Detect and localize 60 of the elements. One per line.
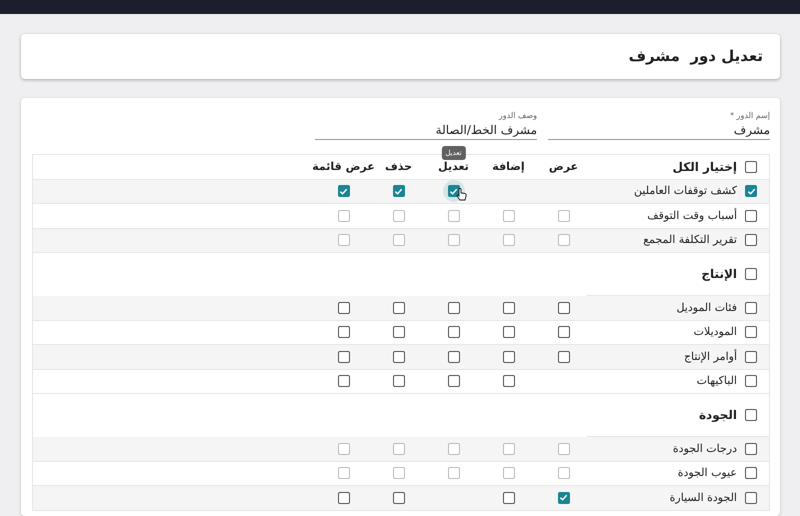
checkbox[interactable] [745,492,757,504]
column-header: حذف [384,158,412,174]
checkbox[interactable] [338,350,350,363]
checkbox[interactable] [338,326,350,338]
permission-label: درجات الجودة [672,440,737,457]
permission-label: أسباب وقت التوقف [647,208,737,224]
checkbox[interactable] [448,302,460,314]
checkbox[interactable] [558,326,570,338]
checkbox[interactable] [558,492,570,504]
checkbox[interactable] [392,326,404,338]
checkbox[interactable] [392,492,404,504]
checkbox[interactable] [502,326,514,338]
checkbox[interactable] [338,302,350,314]
checkbox[interactable] [502,302,514,314]
checkbox[interactable] [502,350,514,363]
checkbox[interactable] [338,185,350,198]
section-title: الإنتاج [701,266,737,283]
checkbox[interactable] [448,375,460,388]
checkbox[interactable] [502,375,514,388]
text-field[interactable]: إسم الدور * مشرف [548,110,770,140]
checkbox[interactable] [745,268,757,280]
permission-label: كشف توقفات العاملين [634,183,737,199]
checkbox[interactable] [558,302,570,314]
permission-label: فئات الموديل [676,300,737,316]
column-header: إضافة [492,158,525,175]
checkbox[interactable] [745,350,757,363]
checkbox[interactable] [448,350,460,363]
text-field[interactable]: وصف الدور مشرف الخط/الصالة [315,110,537,140]
checkbox[interactable] [392,185,404,198]
checkbox[interactable] [745,467,757,480]
checkbox[interactable] [745,375,757,388]
checkbox[interactable] [745,326,757,338]
checkbox[interactable] [392,375,404,388]
hand-cursor-icon [456,188,467,202]
checkbox[interactable] [745,302,757,314]
column-header: تعديل [438,158,469,174]
checkbox[interactable] [392,302,404,314]
section-title: الجودة [698,407,737,424]
checkbox[interactable] [558,350,570,363]
checkbox[interactable] [745,210,757,222]
checkbox[interactable] [338,492,350,504]
checkbox[interactable] [745,185,757,198]
checkbox[interactable] [448,326,460,338]
checkbox[interactable] [745,234,757,246]
permission-label: الموديلات [694,324,737,340]
permission-label: عيوب الجودة [678,465,737,481]
page-title: تعديل دور مشرف [628,46,763,68]
checkbox[interactable] [745,409,757,421]
permission-label: تقرير التكلفة المجمع [643,232,737,248]
permission-label: الباكيهات [696,373,737,389]
column-header: عرض قائمة [312,158,375,175]
permission-label: أوامر الإنتاج [684,348,737,365]
permission-label: الجودة السيارة [670,490,737,506]
checkbox[interactable] [745,160,757,173]
checkbox[interactable] [745,442,757,455]
column-header: عرض [548,158,578,175]
checkbox[interactable] [392,350,404,363]
checkbox[interactable] [502,492,514,504]
checkbox[interactable] [338,375,350,388]
select-all-label: إختيار الكل [672,158,737,176]
